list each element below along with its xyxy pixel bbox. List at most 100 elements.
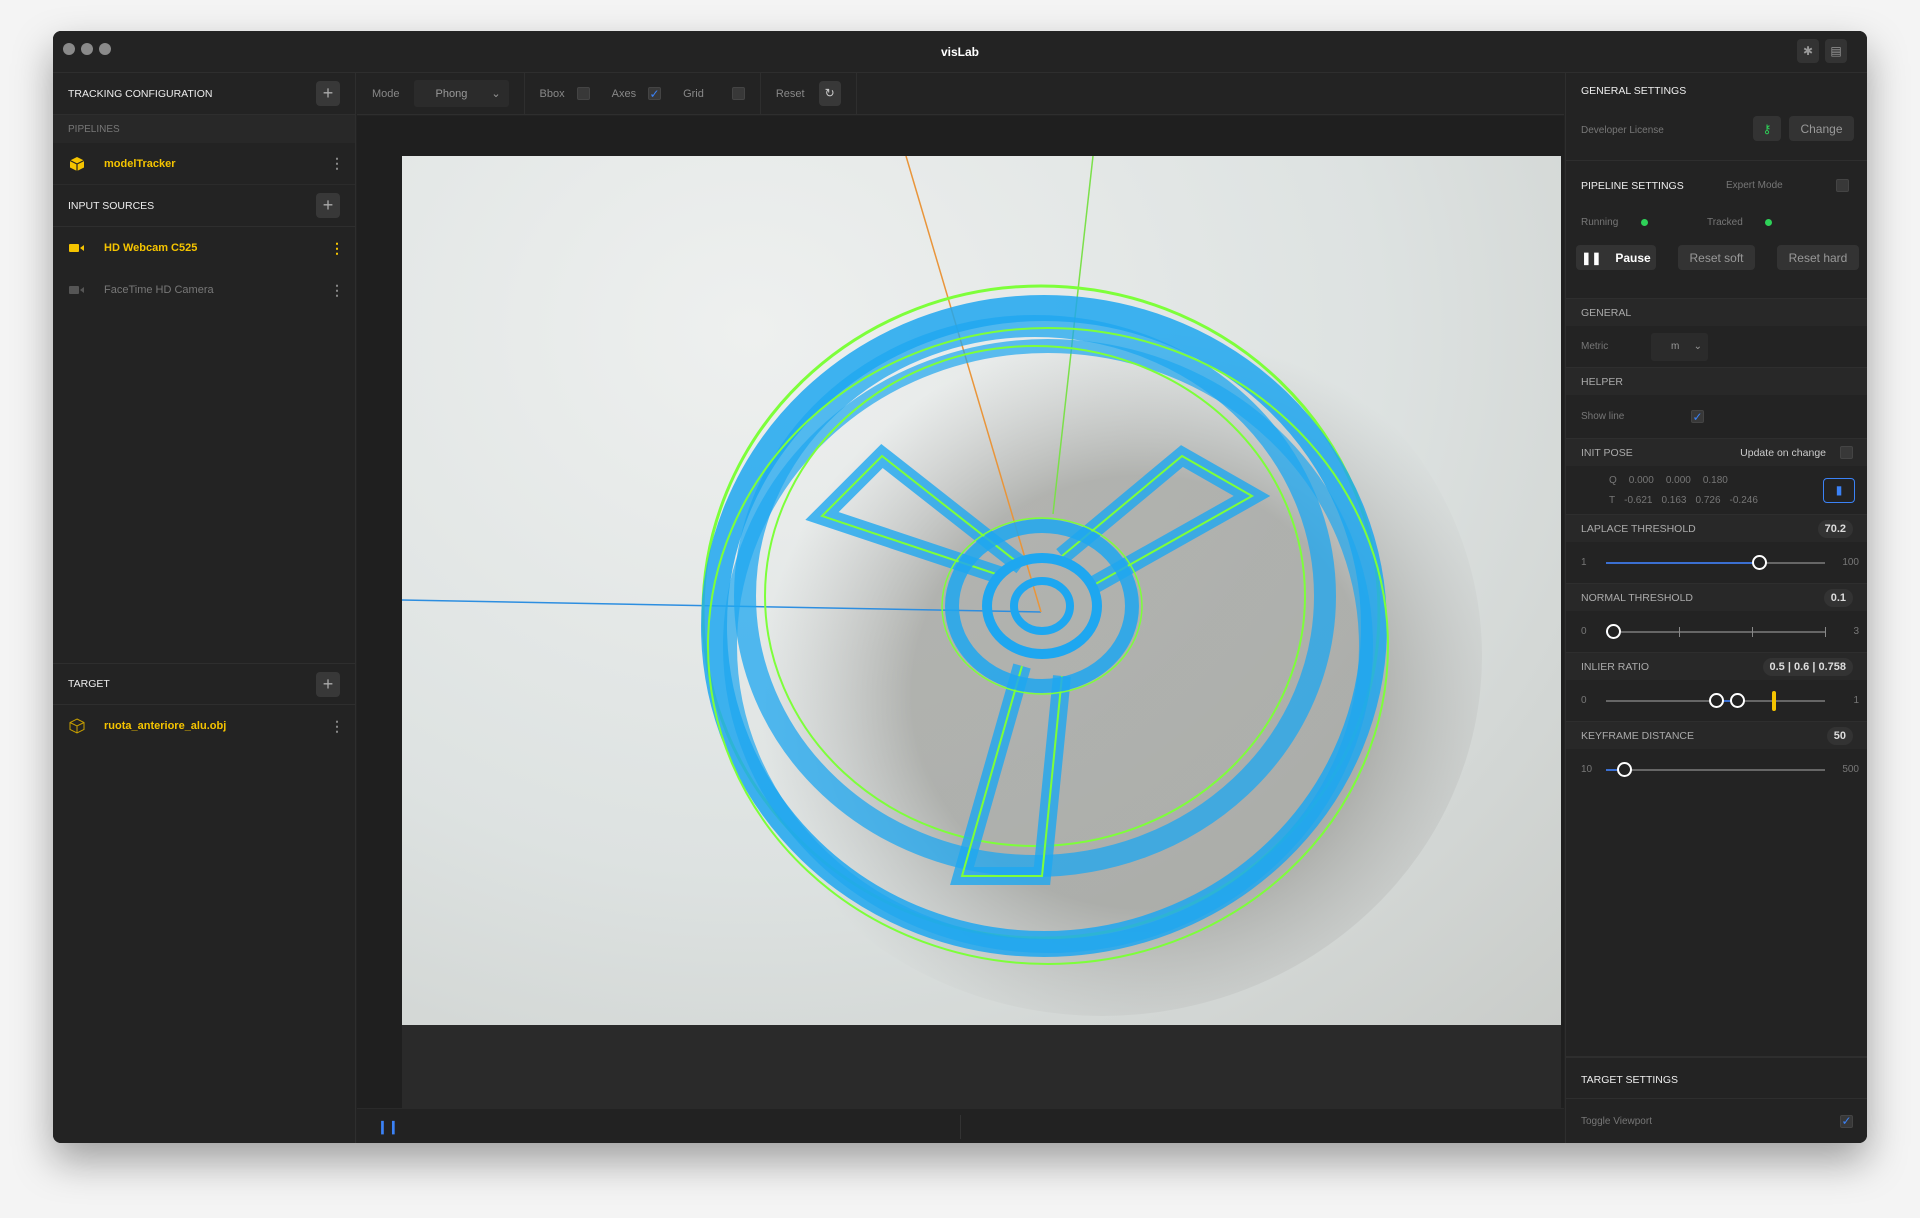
add-pipeline-button[interactable]: +	[316, 81, 340, 106]
copy-pose-icon[interactable]: ▮	[1823, 478, 1855, 503]
metric-label: Metric	[1581, 341, 1609, 352]
running-label: Running	[1581, 217, 1619, 228]
slider-handle[interactable]	[1606, 624, 1622, 639]
reset-soft-button[interactable]: Reset soft	[1678, 245, 1755, 270]
q-label: Q	[1609, 475, 1617, 486]
more-icon[interactable]: ⋮	[330, 240, 344, 257]
change-license-button[interactable]: Change	[1789, 116, 1854, 141]
pause-button[interactable]: ❚❚ Pause	[1576, 245, 1656, 270]
q-value: 0.180	[1702, 475, 1728, 486]
mode-value: Phong	[435, 87, 468, 100]
normal-slider[interactable]	[1606, 624, 1826, 639]
metric-select[interactable]: m ⌄	[1651, 332, 1708, 361]
normal-value: 0.1	[1823, 588, 1853, 607]
show-line-label: Show line	[1581, 411, 1625, 422]
slider-tick	[1825, 627, 1826, 637]
normal-title: NORMAL THRESHOLD	[1581, 591, 1694, 604]
sidebar-icon[interactable]: ▤	[1825, 39, 1847, 63]
update-on-change-checkbox[interactable]	[1840, 446, 1853, 459]
target-title: TARGET	[68, 678, 110, 690]
input-item[interactable]: HD Webcam C525 ⋮	[53, 227, 355, 269]
camera-viewport[interactable]	[402, 156, 1561, 1025]
viewport-toolbar: Mode Phong ⌄ Bbox Axes ✓ Grid Reset ↻	[357, 73, 1564, 115]
mode-label: Mode	[372, 87, 400, 100]
pause-label: Pause	[1615, 250, 1651, 265]
slider-tick	[1678, 627, 1680, 637]
slider-min: 1	[1581, 557, 1587, 568]
laplace-slider[interactable]	[1606, 555, 1825, 570]
camera-icon	[68, 243, 86, 253]
range-low-handle[interactable]	[1708, 693, 1724, 708]
inlier-value: 0.5 | 0.6 | 0.758	[1762, 657, 1853, 676]
key-icon[interactable]: ⚷	[1753, 116, 1781, 141]
laplace-value: 70.2	[1817, 519, 1853, 538]
t-value: 0.726	[1695, 495, 1721, 506]
pipeline-settings-title: PIPELINE SETTINGS	[1581, 180, 1684, 192]
bbox-checkbox[interactable]	[576, 87, 590, 100]
keyframe-title: KEYFRAME DISTANCE	[1581, 729, 1694, 742]
add-target-button[interactable]: +	[316, 671, 340, 697]
t-value: 0.163	[1661, 495, 1687, 506]
slider-max: 1	[1853, 695, 1859, 706]
axes-label: Axes	[611, 87, 637, 100]
viewport-footer	[402, 1025, 1561, 1108]
general-section-header: GENERAL	[1566, 298, 1867, 326]
helper-section-header: HELPER	[1566, 367, 1867, 395]
current-ratio-marker	[1772, 691, 1776, 711]
add-input-button[interactable]: +	[316, 193, 340, 218]
chevron-down-icon: ⌄	[491, 88, 501, 100]
input-name: HD Webcam C525	[104, 242, 198, 254]
tracked-model-overlay	[402, 156, 1482, 1016]
expert-mode-label: Expert Mode	[1726, 180, 1783, 191]
axes-checkbox[interactable]: ✓	[648, 87, 662, 100]
t-label: T	[1609, 495, 1616, 506]
more-icon[interactable]: ⋮	[330, 718, 344, 735]
cube-icon	[68, 156, 86, 172]
app-window: visLab ✱ ▤ TRACKING CONFIGURATION + PIPEL…	[53, 31, 1867, 1143]
more-icon[interactable]: ⋮	[330, 155, 344, 172]
bbox-label: Bbox	[539, 87, 565, 100]
camera-icon	[68, 285, 86, 295]
slider-max: 500	[1842, 764, 1859, 775]
app-title: visLab	[940, 45, 979, 59]
slider-min: 0	[1581, 695, 1587, 706]
pause-icon: ❚❚	[1581, 250, 1602, 265]
expert-mode-checkbox[interactable]	[1836, 179, 1849, 192]
laplace-title: LAPLACE THRESHOLD	[1581, 522, 1696, 535]
reset-hard-button[interactable]: Reset hard	[1777, 245, 1859, 270]
slider-min: 10	[1581, 764, 1593, 775]
reset-label: Reset	[775, 87, 805, 100]
mode-select[interactable]: Phong ⌄	[413, 80, 509, 107]
divider	[960, 1115, 961, 1139]
normal-header: NORMAL THRESHOLD 0.1	[1566, 583, 1867, 611]
inlier-slider[interactable]	[1606, 691, 1825, 711]
reset-icon[interactable]: ↻	[818, 81, 841, 106]
helper-title: HELPER	[1581, 375, 1624, 388]
cube-outline-icon	[68, 718, 86, 734]
tracked-status-dot	[1765, 219, 1772, 226]
pipelines-label: PIPELINES	[53, 115, 355, 143]
pose-t-row: T -0.621 0.163 0.726 -0.246	[1609, 495, 1758, 506]
init-pose-title: INIT POSE	[1581, 446, 1633, 459]
grid-checkbox[interactable]	[731, 87, 745, 100]
more-icon[interactable]: ⋮	[330, 282, 344, 299]
target-settings-title: TARGET SETTINGS	[1566, 1058, 1867, 1099]
laplace-header: LAPLACE THRESHOLD 70.2	[1566, 514, 1867, 542]
target-name: ruota_anteriore_alu.obj	[104, 720, 227, 732]
range-high-handle[interactable]	[1730, 693, 1746, 708]
slider-fill	[1606, 562, 1760, 564]
pose-q-row: Q 0.000 0.000 0.180	[1609, 475, 1728, 486]
slider-handle[interactable]	[1616, 762, 1632, 777]
target-item[interactable]: ruota_anteriore_alu.obj ⋮	[53, 705, 355, 747]
init-pose-header: INIT POSE Update on change	[1566, 438, 1867, 466]
bug-icon[interactable]: ✱	[1797, 39, 1819, 63]
show-line-checkbox[interactable]: ✓	[1691, 410, 1704, 423]
slider-handle[interactable]	[1752, 555, 1768, 570]
viewport-area: ❙❙	[357, 116, 1564, 1143]
input-item[interactable]: FaceTime HD Camera ⋮	[53, 269, 355, 311]
running-status-dot	[1641, 219, 1648, 226]
pipeline-item[interactable]: modelTracker ⋮	[53, 143, 355, 185]
keyframe-slider[interactable]	[1606, 762, 1825, 777]
pause-indicator-icon[interactable]: ❙❙	[377, 1119, 399, 1135]
toggle-viewport-checkbox[interactable]: ✓	[1840, 1114, 1853, 1128]
